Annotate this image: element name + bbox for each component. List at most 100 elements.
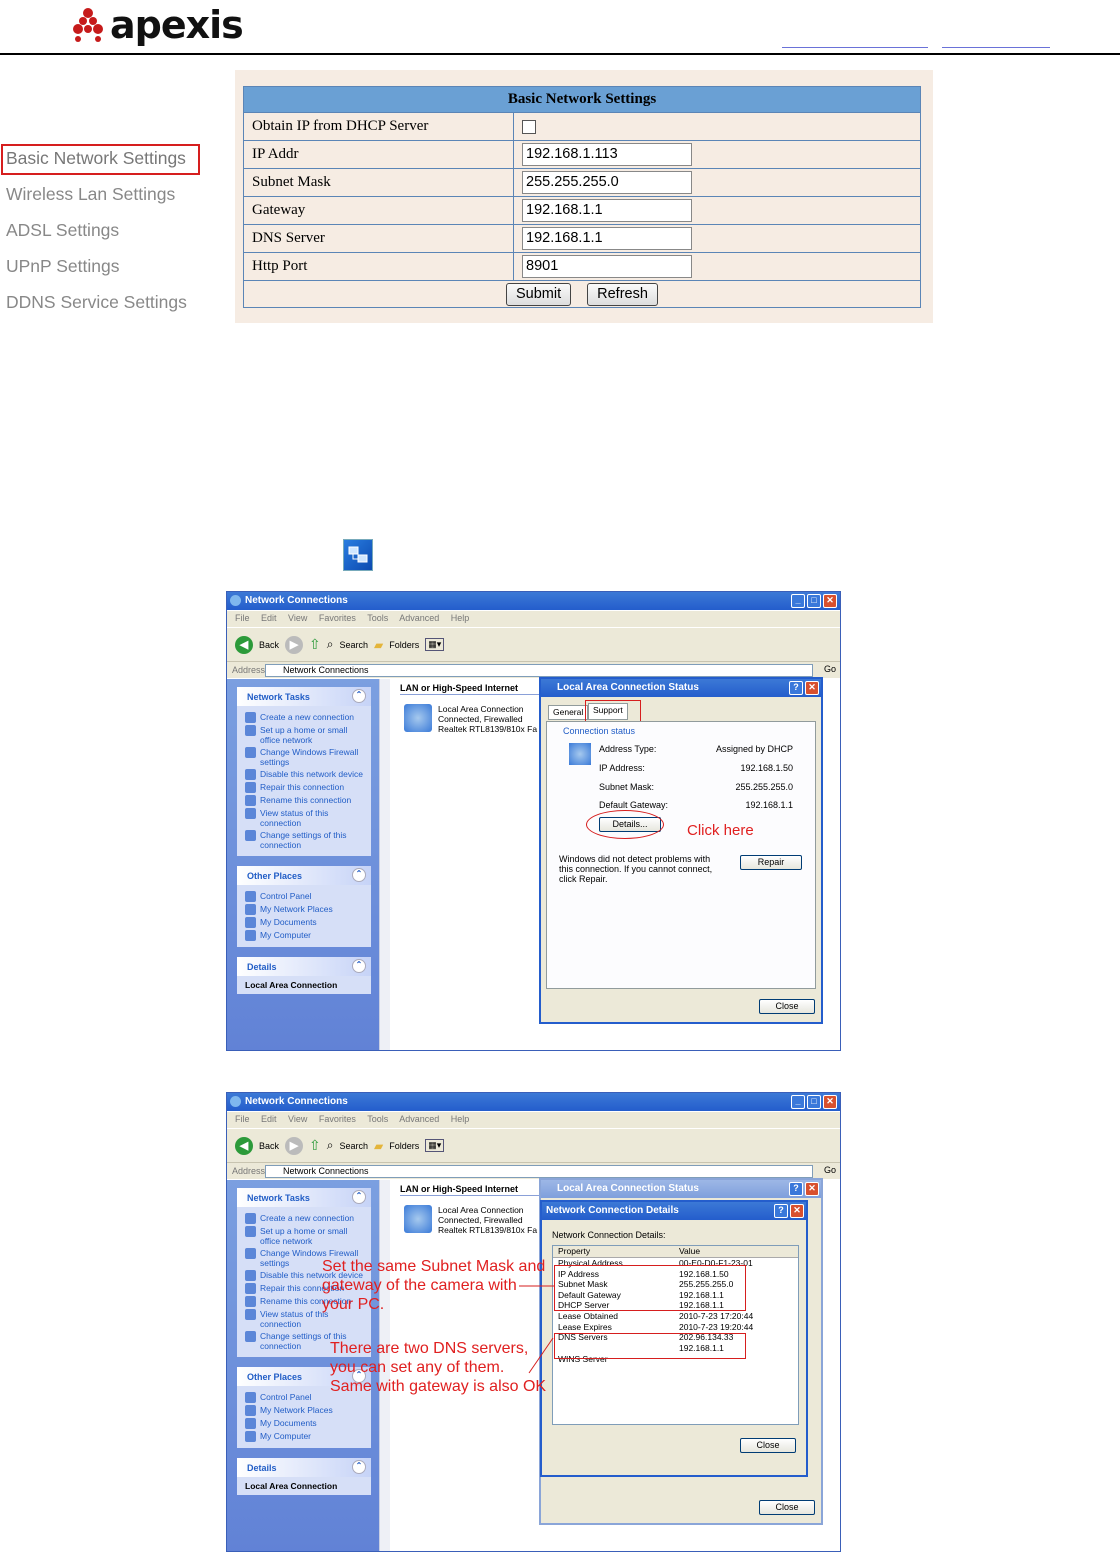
submit-button[interactable]: Submit: [506, 282, 572, 306]
place-item[interactable]: Control Panel: [245, 891, 367, 902]
nav-item-adsl[interactable]: ADSL Settings: [6, 220, 119, 241]
table-row[interactable]: Lease Expires 2010-7-23 19:20:44: [553, 1322, 798, 1333]
details-header[interactable]: Details: [237, 1458, 371, 1477]
forward-icon[interactable]: ▶: [285, 1136, 304, 1155]
close-button[interactable]: Close: [759, 999, 815, 1014]
nav-item-ddns[interactable]: DDNS Service Settings: [6, 292, 187, 313]
minimize-button[interactable]: _: [791, 1095, 805, 1109]
close-button[interactable]: Close: [740, 1438, 796, 1453]
task-item[interactable]: Create a new connection: [245, 1213, 367, 1224]
task-item[interactable]: Set up a home or small office network: [245, 725, 367, 745]
task-item[interactable]: Change Windows Firewall settings: [245, 747, 367, 767]
folder-icon[interactable]: ▰: [374, 1139, 383, 1153]
up-folder-icon[interactable]: ⇧: [309, 1137, 321, 1154]
place-item[interactable]: My Computer: [245, 1431, 367, 1442]
folder-icon[interactable]: ▰: [374, 638, 383, 652]
views-icon[interactable]: ▦▾: [425, 638, 445, 651]
maximize-button[interactable]: □: [807, 594, 821, 608]
network-tasks-header[interactable]: Network Tasks: [237, 1188, 371, 1207]
close-window-button[interactable]: ✕: [823, 1095, 837, 1109]
place-item[interactable]: My Documents: [245, 917, 367, 928]
window-titlebar[interactable]: Network Connections _ □ ✕: [227, 1093, 840, 1111]
minimize-button[interactable]: _: [791, 594, 805, 608]
place-item[interactable]: My Network Places: [245, 904, 367, 915]
forward-icon[interactable]: ▶: [285, 635, 304, 654]
col-value[interactable]: Value: [675, 1246, 700, 1257]
col-property[interactable]: Property: [553, 1246, 675, 1257]
address-input[interactable]: Network Connections: [265, 664, 813, 677]
details-header[interactable]: Details: [237, 957, 371, 976]
task-item[interactable]: Create a new connection: [245, 712, 367, 723]
task-item[interactable]: View status of this connection: [245, 808, 367, 828]
window-titlebar[interactable]: Network Connections _ □ ✕: [227, 592, 840, 610]
close-window-button[interactable]: ✕: [823, 594, 837, 608]
status-dialog-title[interactable]: Local Area Connection Status ? ✕: [541, 1180, 821, 1198]
dns-input[interactable]: 192.168.1.1: [522, 227, 692, 250]
menu-bar[interactable]: File Edit View Favorites Tools Advanced …: [227, 1112, 840, 1128]
task-pane-scrollbar[interactable]: [379, 679, 390, 1050]
address-input[interactable]: Network Connections: [265, 1165, 813, 1178]
search-icon[interactable]: ⌕: [327, 1138, 334, 1153]
connection-item[interactable]: Local Area Connection Connected, Firewall…: [404, 1205, 537, 1235]
other-places-header[interactable]: Other Places: [237, 866, 371, 885]
repair-button[interactable]: Repair: [740, 855, 802, 870]
nav-item-wireless-lan[interactable]: Wireless Lan Settings: [6, 184, 175, 205]
task-item[interactable]: Change settings of this connection: [245, 830, 367, 850]
close-button[interactable]: Close: [759, 1500, 815, 1515]
lan-connection-icon: [404, 1205, 432, 1233]
gateway-input[interactable]: 192.168.1.1: [522, 199, 692, 222]
go-button[interactable]: Go: [824, 664, 836, 674]
place-icon: [245, 1405, 256, 1416]
go-button[interactable]: Go: [824, 1165, 836, 1175]
dhcp-checkbox[interactable]: [522, 119, 536, 134]
group-header: LAN or High-Speed Internet: [400, 1184, 519, 1194]
help-button[interactable]: ?: [774, 1204, 788, 1218]
status-dialog-title[interactable]: Local Area Connection Status ? ✕: [541, 679, 821, 697]
network-tray-icon[interactable]: [343, 539, 373, 571]
views-icon[interactable]: ▦▾: [425, 1139, 445, 1152]
back-button[interactable]: Back: [259, 1141, 279, 1151]
subnet-mask-input[interactable]: 255.255.255.0: [522, 171, 692, 194]
folders-button[interactable]: Folders: [389, 640, 419, 650]
search-button[interactable]: Search: [339, 1141, 368, 1151]
tab-general[interactable]: General: [548, 705, 589, 720]
task-item[interactable]: Repair this connection: [245, 782, 367, 793]
search-button[interactable]: Search: [339, 640, 368, 650]
header-link-underline[interactable]: [942, 47, 1050, 48]
details-dialog-title[interactable]: Network Connection Details ? ✕: [542, 1202, 806, 1220]
menu-bar[interactable]: File Edit View Favorites Tools Advanced …: [227, 611, 840, 627]
network-tasks-header[interactable]: Network Tasks: [237, 687, 371, 706]
header-link-underline[interactable]: [782, 47, 928, 48]
connection-item[interactable]: Local Area Connection Connected, Firewall…: [404, 704, 537, 734]
nav-item-basic-network[interactable]: Basic Network Settings: [6, 148, 186, 169]
refresh-button[interactable]: Refresh: [587, 282, 658, 306]
details-sub: Local Area Connection: [237, 976, 371, 994]
task-item[interactable]: Rename this connection: [245, 795, 367, 806]
details-caption: Network Connection Details:: [552, 1230, 666, 1240]
task-item[interactable]: Set up a home or small office network: [245, 1226, 367, 1246]
place-item[interactable]: My Computer: [245, 930, 367, 941]
back-icon[interactable]: ◀: [235, 635, 253, 654]
place-item[interactable]: My Network Places: [245, 1405, 367, 1416]
table-row[interactable]: Lease Obtained 2010-7-23 17:20:44: [553, 1311, 798, 1322]
close-dialog-button[interactable]: ✕: [805, 681, 819, 695]
ip-input[interactable]: 192.168.1.113: [522, 143, 692, 166]
task-item[interactable]: Disable this network device: [245, 769, 367, 780]
ip-mask-gateway-highlight: [554, 1265, 746, 1311]
help-button[interactable]: ?: [789, 681, 803, 695]
close-dialog-button[interactable]: ✕: [790, 1204, 804, 1218]
close-dialog-button[interactable]: ✕: [805, 1182, 819, 1196]
up-folder-icon[interactable]: ⇧: [309, 636, 321, 653]
maximize-button[interactable]: □: [807, 1095, 821, 1109]
back-icon[interactable]: ◀: [235, 1136, 253, 1155]
basic-network-settings-table: Basic Network Settings Obtain IP from DH…: [243, 86, 921, 308]
folders-button[interactable]: Folders: [389, 1141, 419, 1151]
task-pane: Network Tasks Create a new connection Se…: [227, 679, 379, 1050]
http-port-input[interactable]: 8901: [522, 255, 692, 278]
search-icon[interactable]: ⌕: [327, 637, 334, 652]
task-icon: [245, 769, 256, 780]
nav-item-upnp[interactable]: UPnP Settings: [6, 256, 120, 277]
back-button[interactable]: Back: [259, 640, 279, 650]
help-button[interactable]: ?: [789, 1182, 803, 1196]
place-item[interactable]: My Documents: [245, 1418, 367, 1429]
